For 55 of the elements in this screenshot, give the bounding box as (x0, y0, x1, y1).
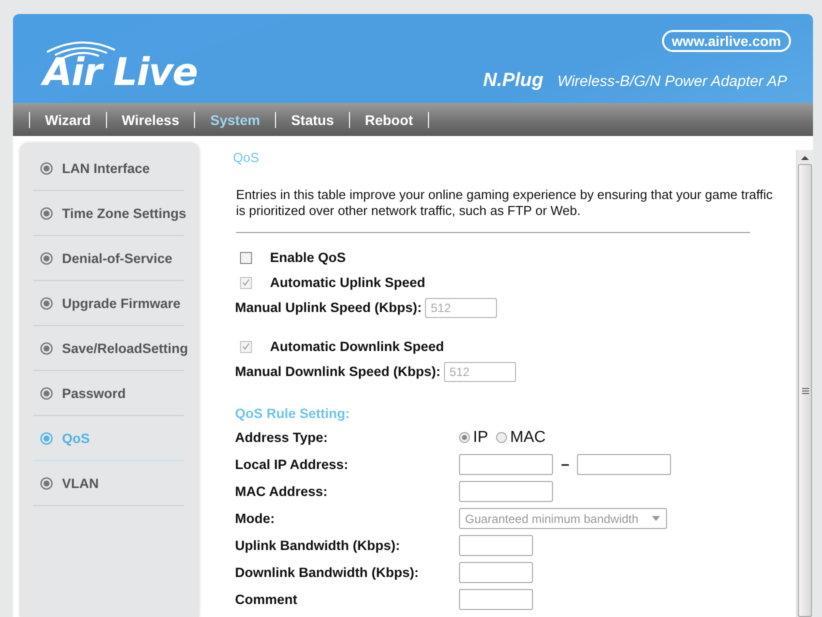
field-label: Manual Downlink Speed (Kbps): (235, 364, 441, 379)
checkbox[interactable] (240, 252, 252, 264)
bullet-icon (40, 476, 53, 490)
website-label: www.airlive.com (662, 30, 791, 52)
field-label: Comment (235, 592, 298, 607)
nav-tab[interactable]: Wizard (30, 112, 106, 128)
product-name: N.Plug (483, 70, 544, 92)
sidebar-item[interactable]: Password (33, 371, 184, 416)
field-label: Downlink Bandwidth (Kbps): (235, 565, 420, 580)
sidebar-item[interactable]: Time Zone Settings (33, 191, 184, 236)
input-field[interactable] (459, 562, 533, 583)
field-label: Local IP Address: (235, 457, 350, 472)
nav-tab[interactable]: System (195, 112, 276, 128)
bullet-icon (40, 342, 53, 354)
checkmark-icon (242, 343, 250, 350)
input-field[interactable] (577, 454, 672, 475)
input-field[interactable] (459, 589, 533, 610)
sidebar-item[interactable]: LAN Interface (33, 146, 184, 191)
radio-option[interactable]: MAC (496, 428, 546, 446)
field-label: Mode: (235, 511, 276, 526)
sidebar-item[interactable]: VLAN (33, 461, 184, 506)
nav-tab[interactable]: Wireless (106, 112, 194, 128)
scrollbar[interactable] (796, 150, 813, 617)
range-separator: – (561, 456, 570, 473)
scroll-up-arrow-icon (801, 155, 809, 161)
logo-text: Air Live (43, 50, 198, 94)
input-field[interactable] (459, 454, 553, 475)
caret-icon (652, 516, 660, 521)
field-label: MAC Address: (235, 484, 329, 499)
sidebar-item[interactable]: Denial-of-Service (33, 236, 184, 281)
sidebar-item[interactable]: Upgrade Firmware (33, 281, 184, 326)
radio-option[interactable]: IP (459, 428, 488, 446)
page-title: QoS (233, 150, 260, 165)
description-text: Entries in this table improve your online gaming experience by ensuring that your game traffic is prioritized over other network traffic, such as FTP or Web. (236, 187, 774, 219)
bullet-icon (40, 296, 53, 310)
nav-tab[interactable]: Reboot (350, 112, 428, 128)
bullet-icon (40, 252, 53, 264)
bullet-icon (40, 162, 53, 174)
nav-tab[interactable]: Status (276, 112, 349, 128)
bullet-icon (40, 432, 53, 444)
input-field[interactable] (459, 535, 533, 556)
bullet-icon (40, 386, 53, 400)
input-field[interactable] (459, 481, 553, 502)
checkbox-label: Automatic Downlink Speed (270, 339, 444, 354)
product-subtitle: Wireless-B/G/N Power Adapter AP (557, 73, 787, 90)
checkbox-label: Enable QoS (270, 250, 346, 265)
checkbox-label: Automatic Uplink Speed (270, 275, 426, 290)
section-title: QoS Rule Setting: (235, 406, 351, 421)
field-label: Uplink Bandwidth (Kbps): (235, 538, 401, 553)
field-label: Address Type: (235, 430, 329, 445)
scroll-thumb[interactable] (798, 164, 812, 617)
checkmark-icon (242, 279, 250, 286)
field-label: Manual Uplink Speed (Kbps): (235, 300, 422, 315)
bullet-icon (40, 206, 53, 220)
grip-icon (802, 388, 808, 394)
